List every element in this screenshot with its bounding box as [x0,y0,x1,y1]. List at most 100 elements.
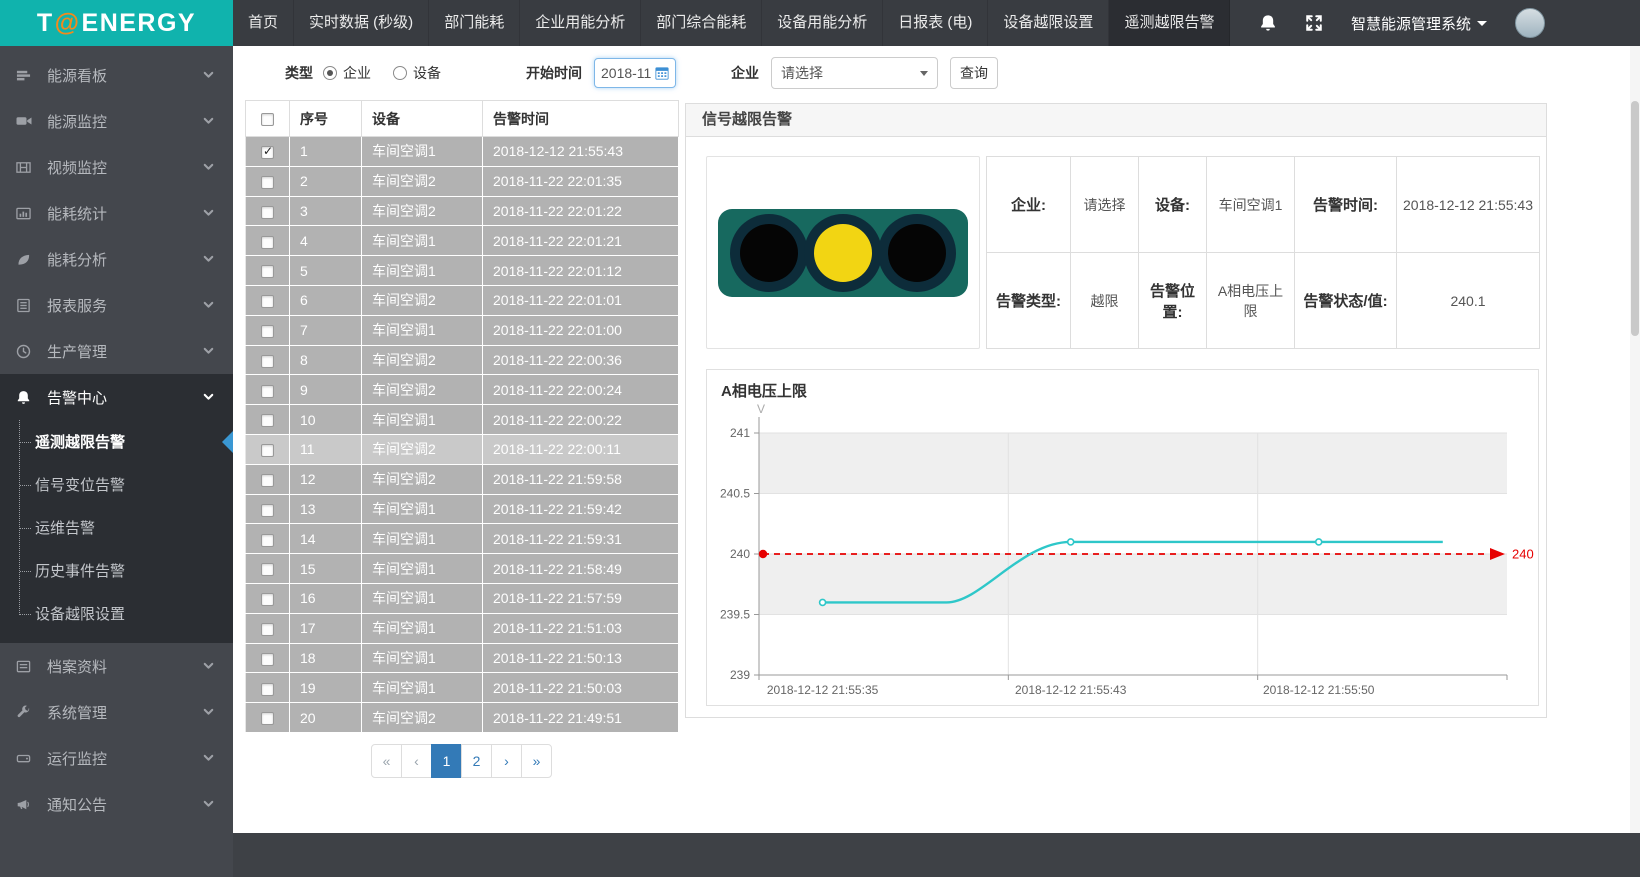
start-time-input[interactable]: 2018-11 [594,58,676,88]
row-checkbox[interactable] [261,265,274,278]
sidebar-item-label: 告警中心 [47,387,107,408]
row-checkbox[interactable] [261,146,274,159]
nav-tab-3[interactable]: 部门能耗 [429,0,520,46]
radio-device[interactable] [393,66,407,80]
row-checkbox[interactable] [261,176,274,189]
table-row[interactable]: 4车间空调12018-11-22 22:01:21 [246,226,679,256]
table-row[interactable]: 9车间空调22018-11-22 22:00:24 [246,375,679,405]
nav-tab-1[interactable]: 首页 [233,0,294,46]
scrollbar-thumb[interactable] [1631,101,1639,336]
table-row[interactable]: 3车间空调22018-11-22 22:01:22 [246,196,679,226]
table-row[interactable]: 14车间空调12018-11-22 21:59:31 [246,524,679,554]
table-row[interactable]: 6车间空调22018-11-22 22:01:01 [246,285,679,315]
row-alarm-time: 2018-11-22 22:01:12 [483,256,679,286]
row-checkbox[interactable] [261,474,274,487]
company-select[interactable]: 请选择 [771,57,938,89]
row-checkbox[interactable] [261,236,274,249]
radio-company-label: 企业 [343,63,371,83]
page-next-button[interactable]: › [491,744,522,778]
table-row[interactable]: 19车间空调12018-11-22 21:50:03 [246,673,679,703]
page-last-button[interactable]: » [521,744,552,778]
brand-logo[interactable]: T@ENERGY [0,0,233,46]
row-checkbox[interactable] [261,295,274,308]
nav-tab-2[interactable]: 实时数据 (秒级) [294,0,429,46]
sidebar-item[interactable]: 通知公告 [0,781,233,827]
page-prev-button[interactable]: ‹ [401,744,432,778]
info-position-value: A相电压上限 [1207,253,1295,349]
table-row[interactable]: 12车间空调22018-11-22 21:59:58 [246,464,679,494]
table-row[interactable]: 8车间空调22018-11-22 22:00:36 [246,345,679,375]
row-checkbox[interactable] [261,563,274,576]
notification-bell-icon[interactable] [1259,14,1277,32]
sidebar-item[interactable]: 运行监控 [0,735,233,781]
logo-text-t: T [37,9,54,38]
sidebar-item[interactable]: 能耗统计 [0,190,233,236]
table-row[interactable]: 5车间空调12018-11-22 22:01:12 [246,256,679,286]
sidebar-item[interactable]: 能源看板 [0,52,233,98]
chevron-down-icon [201,750,217,766]
sidebar-item[interactable]: 视频监控 [0,144,233,190]
sidebar-subitem[interactable]: 历史事件告警 [0,549,233,592]
nav-tab-7[interactable]: 日报表 (电) [883,0,988,46]
page-number-button[interactable]: 1 [431,744,462,778]
table-row[interactable]: 16车间空调12018-11-22 21:57:59 [246,583,679,613]
row-checkbox[interactable] [261,444,274,457]
sidebar-subitem[interactable]: 信号变位告警 [0,463,233,506]
nav-tab-8[interactable]: 设备越限设置 [988,0,1109,46]
table-row[interactable]: 11车间空调22018-11-22 22:00:11 [246,434,679,464]
row-checkbox[interactable] [261,325,274,338]
sidebar-subitem[interactable]: 遥测越限告警 [0,420,233,463]
sidebar-item[interactable]: 能源监控 [0,98,233,144]
row-checkbox[interactable] [261,593,274,606]
page-number-button[interactable]: 2 [461,744,492,778]
table-row[interactable]: 10车间空调12018-11-22 22:00:22 [246,405,679,435]
wrench-icon [16,704,36,720]
sidebar-item-label: 生产管理 [47,341,107,362]
table-row[interactable]: 2车间空调22018-11-22 22:01:35 [246,166,679,196]
row-checkbox[interactable] [261,355,274,368]
system-menu[interactable]: 智慧能源管理系统 [1351,13,1487,34]
nav-tab-4[interactable]: 企业用能分析 [520,0,641,46]
table-row[interactable]: 1车间空调12018-12-12 21:55:43 [246,137,679,167]
radio-company[interactable] [323,66,337,80]
sidebar-subitem[interactable]: 运维告警 [0,506,233,549]
row-alarm-time: 2018-11-22 22:01:00 [483,315,679,345]
nav-tab-6[interactable]: 设备用能分析 [762,0,883,46]
row-checkbox[interactable] [261,504,274,517]
table-row[interactable]: 18车间空调12018-11-22 21:50:13 [246,643,679,673]
alarm-table: 序号设备告警时间 1车间空调12018-12-12 21:55:432车间空调2… [245,100,679,733]
row-checkbox[interactable] [261,623,274,636]
row-checkbox[interactable] [261,712,274,725]
select-all-checkbox[interactable] [261,113,274,126]
chevron-down-icon [201,67,217,83]
row-checkbox[interactable] [261,683,274,696]
nav-tab-9[interactable]: 遥测越限告警 [1109,0,1230,46]
user-avatar[interactable] [1515,8,1545,38]
table-row[interactable]: 13车间空调12018-11-22 21:59:42 [246,494,679,524]
table-row[interactable]: 17车间空调12018-11-22 21:51:03 [246,613,679,643]
search-button[interactable]: 查询 [950,57,998,89]
row-checkbox[interactable] [261,385,274,398]
vertical-scrollbar[interactable] [1630,46,1640,833]
row-checkbox[interactable] [261,206,274,219]
row-checkbox[interactable] [261,414,274,427]
row-number: 3 [290,196,362,226]
sidebar-item[interactable]: 能耗分析 [0,236,233,282]
table-row[interactable]: 15车间空调12018-11-22 21:58:49 [246,554,679,584]
sidebar-item[interactable]: 系统管理 [0,689,233,735]
page-first-button[interactable]: « [371,744,402,778]
table-row[interactable]: 20车间空调22018-11-22 21:49:51 [246,703,679,733]
nav-tab-5[interactable]: 部门综合能耗 [641,0,762,46]
sidebar-item-alarm-center[interactable]: 告警中心 [0,374,233,420]
sidebar-item[interactable]: 档案资料 [0,643,233,689]
table-row[interactable]: 7车间空调12018-11-22 22:01:00 [246,315,679,345]
alarm-sub-list: 遥测越限告警信号变位告警运维告警历史事件告警设备越限设置 [0,420,233,643]
row-checkbox[interactable] [261,653,274,666]
sidebar-item[interactable]: 生产管理 [0,328,233,374]
sidebar-subitem[interactable]: 设备越限设置 [0,592,233,635]
chevron-down-icon [201,704,217,720]
row-alarm-time: 2018-11-22 22:00:36 [483,345,679,375]
fullscreen-icon[interactable] [1305,14,1323,32]
row-checkbox[interactable] [261,534,274,547]
sidebar-item[interactable]: 报表服务 [0,282,233,328]
